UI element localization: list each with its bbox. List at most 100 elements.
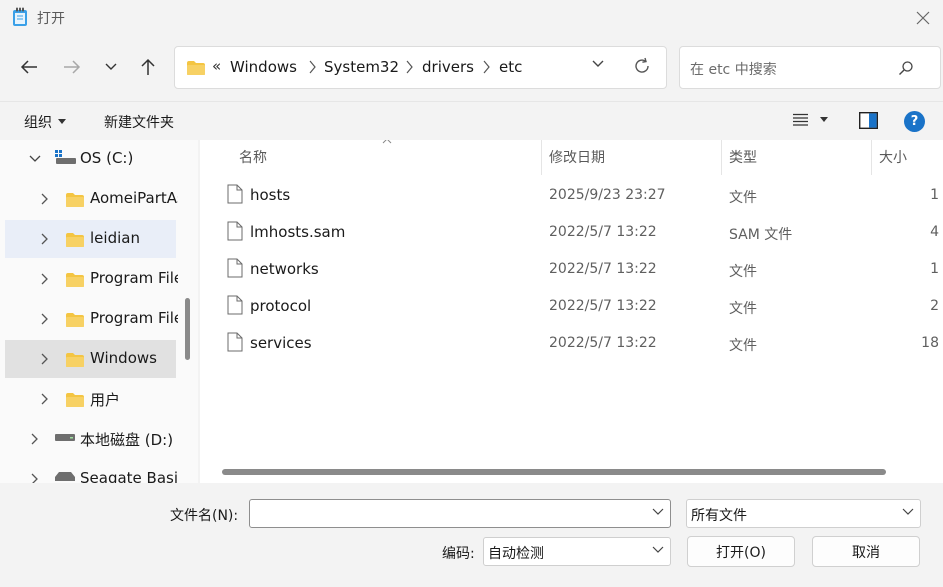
file-type: SAM 文件 [729, 227, 793, 243]
breadcrumb-windows[interactable]: Windows [230, 58, 297, 76]
search-input[interactable]: 在 etc 中搜索 [679, 46, 941, 89]
tree-item-program-files[interactable]: Program Files [5, 260, 191, 298]
filename-input[interactable] [249, 499, 671, 528]
tree-item-windows[interactable]: Windows [5, 340, 176, 378]
address-bar[interactable]: « Windows System32 drivers etc [174, 46, 667, 89]
organize-label: 组织 [24, 115, 52, 131]
tree-item-aomeipartassist[interactable]: AomeiPartAssist [5, 180, 198, 218]
file-row[interactable]: services 2022/5/7 13:22 文件 18 [200, 326, 943, 363]
organize-button[interactable]: 组织 [24, 112, 66, 132]
chevron-down-icon [592, 60, 604, 67]
chevron-right-icon[interactable] [41, 193, 49, 205]
file-date: 2022/5/7 13:22 [549, 335, 657, 351]
file-type-select[interactable]: 所有文件 [686, 499, 921, 528]
back-button[interactable] [14, 52, 44, 82]
folder-icon [66, 273, 84, 287]
drive-icon [55, 150, 76, 164]
column-divider[interactable] [721, 140, 722, 175]
nav-scrollbar-thumb[interactable] [185, 298, 190, 360]
tree-item-label: Windows [90, 349, 157, 367]
folder-icon [66, 233, 84, 247]
forward-button[interactable] [57, 52, 87, 82]
column-header-date[interactable]: 修改日期 [549, 147, 605, 167]
caret-down-icon [58, 119, 66, 124]
address-overflow[interactable]: « [212, 57, 221, 75]
sort-ascending-icon [382, 140, 392, 144]
up-arrow-icon [141, 58, 155, 75]
chevron-right-icon[interactable] [41, 233, 49, 245]
open-button[interactable]: 打开(O) [687, 536, 795, 567]
chevron-down-icon[interactable] [29, 155, 41, 163]
list-view-icon [793, 113, 808, 126]
chevron-right-icon[interactable] [41, 313, 49, 325]
file-list[interactable]: 名称 修改日期 类型 大小 hosts 2025/9/23 23:27 文件 1… [200, 140, 943, 483]
file-size: 2 [930, 298, 939, 314]
tree-item-seagate-basic[interactable]: Seagate Basic [5, 460, 186, 483]
tree-item-label: OS (C:) [80, 149, 134, 167]
file-icon [227, 184, 243, 204]
view-options-button[interactable] [793, 113, 828, 126]
chevron-right-icon[interactable] [41, 353, 49, 365]
file-name: services [250, 334, 312, 352]
file-name: networks [250, 260, 319, 278]
tree-item-users[interactable]: 用户 [5, 380, 176, 418]
breadcrumb-system32[interactable]: System32 [324, 58, 399, 76]
breadcrumb-drivers[interactable]: drivers [422, 58, 474, 76]
file-type: 文件 [729, 264, 757, 280]
cancel-button[interactable]: 取消 [812, 536, 920, 567]
file-type: 文件 [729, 301, 757, 317]
tree-item-program-files-x86[interactable]: Program Files (x86) [5, 300, 198, 338]
refresh-icon [635, 57, 649, 73]
chevron-right-icon[interactable] [31, 433, 39, 445]
column-divider[interactable] [871, 140, 872, 175]
help-button[interactable]: ? [904, 111, 925, 132]
recent-locations-button[interactable] [96, 52, 126, 82]
preview-pane-button[interactable] [859, 112, 878, 129]
file-row[interactable]: protocol 2022/5/7 13:22 文件 2 [200, 289, 943, 326]
up-button[interactable] [133, 52, 163, 82]
column-header-name[interactable]: 名称 [239, 147, 267, 167]
back-arrow-icon [20, 60, 37, 74]
chevron-down-icon[interactable] [652, 508, 664, 516]
folder-icon [66, 193, 84, 207]
file-row[interactable]: networks 2022/5/7 13:22 文件 1 [200, 252, 943, 289]
folder-icon [66, 313, 84, 327]
tree-item-leidian[interactable]: leidian [5, 220, 176, 258]
column-header-type[interactable]: 类型 [729, 147, 757, 167]
encoding-select[interactable]: 自动检测 [483, 537, 671, 566]
address-dropdown-button[interactable] [591, 59, 605, 69]
close-button[interactable] [906, 4, 940, 32]
tree-item-label: leidian [90, 229, 140, 247]
preview-pane-icon [859, 112, 878, 129]
tree-item-label: Program Files [90, 269, 191, 287]
new-folder-button[interactable]: 新建文件夹 [104, 112, 174, 132]
chevron-right-icon[interactable] [41, 273, 49, 285]
search-icon [898, 60, 914, 76]
chevron-right-icon[interactable] [31, 473, 39, 483]
drive-icon [55, 472, 75, 481]
file-icon [227, 258, 243, 278]
file-date: 2022/5/7 13:22 [549, 298, 657, 314]
breadcrumb-separator-icon[interactable] [483, 60, 491, 74]
title-bar: 打开 [0, 0, 943, 36]
file-row[interactable]: lmhosts.sam 2022/5/7 13:22 SAM 文件 4 [200, 215, 943, 252]
breadcrumb-etc[interactable]: etc [499, 58, 522, 76]
toolbar: 组织 新建文件夹 ? [0, 101, 943, 139]
refresh-button[interactable] [633, 57, 651, 75]
chevron-down-icon [902, 508, 914, 515]
breadcrumb-separator-icon[interactable] [309, 60, 317, 74]
navigation-pane[interactable]: OS (C:) AomeiPartAssist leidian Program … [0, 140, 198, 483]
file-row[interactable]: hosts 2025/9/23 23:27 文件 1 [200, 178, 943, 215]
encoding-label: 编码: [442, 546, 475, 562]
column-divider[interactable] [541, 140, 542, 175]
file-size: 18 [921, 335, 939, 351]
notepad-icon [12, 7, 28, 27]
horizontal-scrollbar-thumb[interactable] [222, 469, 886, 475]
tree-item-local-disk-d[interactable]: 本地磁盘 (D:) [5, 420, 176, 458]
drive-icon [55, 434, 75, 441]
chevron-right-icon[interactable] [41, 393, 49, 405]
close-icon [916, 11, 930, 25]
breadcrumb-separator-icon[interactable] [406, 60, 414, 74]
column-header-size[interactable]: 大小 [879, 147, 907, 167]
tree-item-os-c[interactable]: OS (C:) [5, 140, 176, 178]
